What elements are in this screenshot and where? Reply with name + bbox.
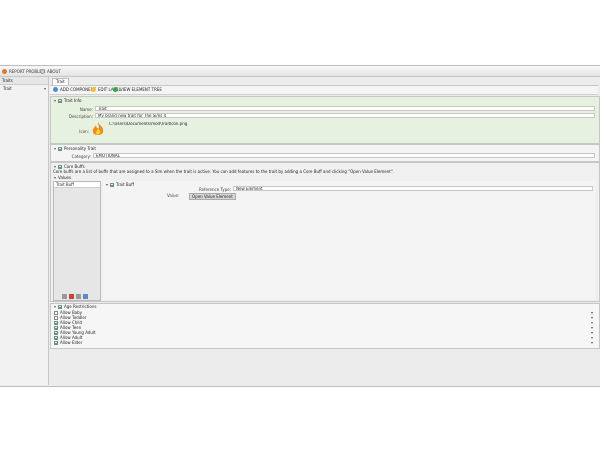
age-checkbox[interactable] <box>54 320 58 325</box>
age-restrictions-checkbox[interactable] <box>58 304 63 309</box>
add-icon <box>53 87 58 92</box>
about-label: ABOUT <box>47 68 61 74</box>
trait-info-title: Trait Info <box>64 98 82 103</box>
pencil-icon <box>91 87 96 92</box>
age-restrictions-section: ▾ Age Restrictions Allow Baby ▾ Allow Todd… <box>50 303 600 349</box>
tab-bar: Trait <box>50 77 598 86</box>
core-buffs-description: Core buffs are a list of buffs that are … <box>53 169 394 174</box>
values-header: ▾ Values <box>51 174 71 181</box>
reference-type-label: Reference Type: <box>199 187 231 192</box>
buff-list-item[interactable]: Trait Buff <box>54 182 100 188</box>
collapse-icon[interactable]: ▾ <box>54 175 56 180</box>
name-label: Name: <box>79 107 93 112</box>
reference-type-select[interactable]: New Element <box>233 186 593 191</box>
category-select[interactable]: EMOTIONAL <box>93 153 595 158</box>
age-checkbox[interactable] <box>54 335 58 340</box>
move-down-icon[interactable] <box>76 294 81 299</box>
sidebar-item-trait[interactable]: Trait ▾ <box>0 85 48 92</box>
open-value-element-button[interactable]: Open Value Element <box>189 193 236 200</box>
collapse-icon[interactable]: ▾ <box>106 182 108 187</box>
about-button[interactable]: ABOUT <box>40 68 61 74</box>
trait-info-section: ▾ Trait Info Name: Trait Description: My… <box>50 96 600 144</box>
sidebar-item-label: Trait <box>3 86 12 91</box>
personality-trait-section: ▾ Personality Trait Category: EMOTIONAL <box>50 144 600 162</box>
top-toolbar: REPORT PROBLEM ABOUT <box>0 66 600 77</box>
age-restrictions-title: Age Restrictions <box>64 304 97 309</box>
sidebar-header: Traits <box>0 77 48 85</box>
trait-info-checkbox[interactable] <box>58 98 63 103</box>
sidebar: Traits Trait ▾ <box>0 77 49 385</box>
core-buffs-checkbox[interactable] <box>58 164 63 169</box>
core-buffs-section: ▾ Core Buffs Core buffs are a list of bu… <box>50 162 600 302</box>
collapse-icon[interactable]: ▾ <box>54 146 56 151</box>
buff-list: Trait Buff <box>53 181 101 301</box>
list-controls <box>62 294 88 299</box>
trait-buff-checkbox[interactable] <box>110 182 115 187</box>
values-label: Values <box>58 175 72 180</box>
age-row: Allow Elder ▾ <box>51 340 599 345</box>
personality-trait-title: Personality Trait <box>64 146 96 151</box>
report-problem-button[interactable]: REPORT PROBLEM <box>2 68 45 74</box>
name-field[interactable]: Trait <box>95 106 595 111</box>
personality-trait-checkbox[interactable] <box>58 146 63 151</box>
bug-icon <box>2 68 7 74</box>
trait-buff-title: Trait Buff <box>116 182 134 187</box>
tree-icon <box>113 87 118 92</box>
add-component-button[interactable]: ADD COMPONENT <box>53 87 96 92</box>
trait-info-header: ▾ Trait Info <box>51 97 599 104</box>
category-label: Category: <box>71 154 91 159</box>
add-item-icon[interactable] <box>83 294 88 299</box>
personality-trait-header: ▾ Personality Trait <box>51 145 599 152</box>
age-checkbox[interactable] <box>54 315 58 320</box>
age-restrictions-header: ▾ Age Restrictions <box>51 304 599 309</box>
info-icon <box>40 68 45 74</box>
view-element-tree-label: VIEW ELEMENT TREE <box>120 87 162 92</box>
collapse-icon[interactable]: ▾ <box>54 304 56 309</box>
age-checkbox[interactable] <box>54 340 58 345</box>
action-bar: ADD COMPONENT EDIT LABEL VIEW ELEMENT TR… <box>50 86 598 95</box>
age-checkbox[interactable] <box>54 330 58 335</box>
collapse-icon[interactable]: ▾ <box>54 98 56 103</box>
value-sub-label: Value: <box>167 193 180 198</box>
tab-trait[interactable]: Trait <box>52 78 69 85</box>
icon-label: Icon: <box>79 129 89 134</box>
main-panel: Trait ADD COMPONENT EDIT LABEL VIEW ELEM… <box>50 77 600 385</box>
age-label: Allow Elder <box>60 340 83 345</box>
fire-icon <box>91 121 105 137</box>
icon-path[interactable]: C:\Users\Documents\mod\TraitIcon.png <box>107 122 257 127</box>
row-menu-icon[interactable]: ▾ <box>591 340 593 345</box>
age-checkbox[interactable] <box>54 325 58 330</box>
description-field[interactable]: My brand new trait for The Sims 4 <box>95 113 595 118</box>
move-left-icon[interactable] <box>62 294 67 299</box>
description-label: Description: <box>68 114 93 119</box>
expand-icon[interactable]: ▾ <box>44 85 46 92</box>
view-element-tree-button[interactable]: VIEW ELEMENT TREE <box>113 87 162 92</box>
app-window: REPORT PROBLEM ABOUT Traits Trait ▾ Trai… <box>0 65 600 387</box>
age-checkbox[interactable] <box>54 310 58 315</box>
remove-icon[interactable] <box>69 294 74 299</box>
buff-detail-panel: ▾ Trait Buff Value: Reference Type: New … <box>103 181 595 299</box>
